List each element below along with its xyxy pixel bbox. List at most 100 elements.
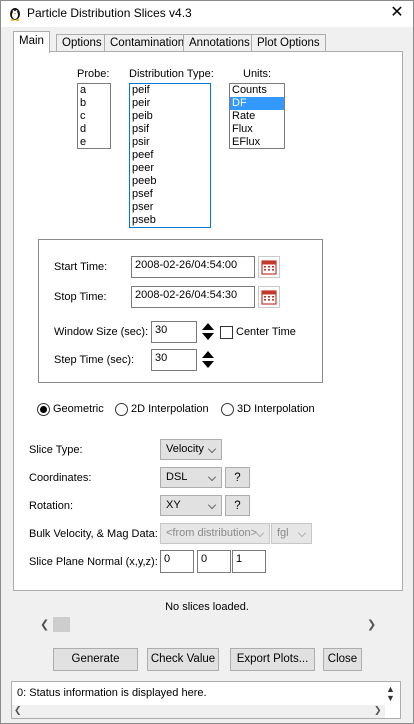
chevron-down-icon <box>256 529 264 537</box>
list-item-selected[interactable]: DF <box>230 97 284 110</box>
probe-list[interactable]: a b c d e <box>77 83 111 149</box>
chevron-right-icon[interactable]: ❯ <box>374 705 382 716</box>
slice-type-label: Slice Type: <box>29 444 83 456</box>
geometric-radio[interactable] <box>37 403 50 416</box>
step-time-field[interactable]: 30 <box>151 349 197 371</box>
list-item[interactable]: c <box>78 110 110 123</box>
window-size-spinner[interactable] <box>201 322 215 342</box>
list-item[interactable]: peef <box>130 149 210 162</box>
probe-label: Probe: <box>77 68 110 80</box>
spin-down-icon[interactable] <box>202 361 214 368</box>
stop-time-label: Stop Time: <box>54 291 107 303</box>
start-time-label: Start Time: <box>54 261 108 273</box>
list-item[interactable]: d <box>78 123 110 136</box>
coordinates-value: DSL <box>166 471 188 483</box>
app-window: Particle Distribution Slices v4.3 ✕ Main… <box>0 0 414 724</box>
stop-time-field[interactable]: 2008-02-26/04:54:30 <box>131 286 255 308</box>
chevron-left-icon[interactable]: ❮ <box>40 618 49 631</box>
calendar-icon[interactable] <box>258 256 280 278</box>
calendar-icon[interactable] <box>258 286 280 308</box>
coordinates-help-button[interactable]: ? <box>225 467 250 488</box>
normal-x-field[interactable]: 0 <box>160 550 194 573</box>
slider-thumb[interactable] <box>53 617 70 632</box>
list-item[interactable]: b <box>78 97 110 110</box>
rotation-value: XY <box>166 499 181 511</box>
status-text: 0: Status information is displayed here. <box>17 687 207 699</box>
list-item[interactable]: peib <box>130 110 210 123</box>
window-size-field[interactable]: 30 <box>151 321 197 343</box>
slice-type-value: Velocity <box>166 443 204 455</box>
tab-annotations[interactable]: Annotations <box>183 34 256 52</box>
chevron-right-icon[interactable]: ❯ <box>367 618 376 631</box>
spin-down-icon[interactable] <box>202 333 214 340</box>
chevron-down-icon <box>298 529 306 537</box>
penguin-icon <box>7 5 23 21</box>
list-item[interactable]: EFlux <box>230 136 284 149</box>
rotation-help-button[interactable]: ? <box>225 495 250 516</box>
status-hscrollbar[interactable]: ❮ ❯ <box>12 705 385 718</box>
spin-up-icon[interactable] <box>202 323 214 330</box>
slice-type-dropdown[interactable]: Velocity <box>160 439 222 460</box>
list-item[interactable]: psir <box>130 136 210 149</box>
spin-up-icon[interactable] <box>202 351 214 358</box>
list-item[interactable]: a <box>78 84 110 97</box>
start-time-field[interactable]: 2008-02-26/04:54:00 <box>131 256 255 278</box>
normal-y-field[interactable]: 0 <box>197 550 231 573</box>
3d-interpolation-radio[interactable] <box>221 403 234 416</box>
list-item[interactable]: peeb <box>130 175 210 188</box>
coordinates-label: Coordinates: <box>29 472 92 484</box>
tab-contamination[interactable]: Contamination <box>104 34 191 52</box>
chevron-down-icon <box>208 501 216 509</box>
window-title: Particle Distribution Slices v4.3 <box>27 6 192 20</box>
3d-interpolation-label: 3D Interpolation <box>237 403 315 415</box>
step-time-spinner[interactable] <box>201 350 215 370</box>
step-time-label: Step Time (sec): <box>54 354 135 366</box>
chevron-down-icon <box>208 445 216 453</box>
bulk-velocity-dropdown: <from distribution> <box>160 523 270 544</box>
tab-options[interactable]: Options <box>56 34 108 52</box>
window-size-label: Window Size (sec): <box>54 326 149 338</box>
slider-status-text: No slices loaded. <box>165 601 249 613</box>
tab-main[interactable]: Main <box>13 31 50 53</box>
bulk-velocity-value: <from distribution> <box>166 527 258 539</box>
center-time-label: Center Time <box>236 326 296 338</box>
rotation-label: Rotation: <box>29 500 74 512</box>
center-time-checkbox[interactable] <box>220 326 233 339</box>
list-item[interactable]: Counts <box>230 84 284 97</box>
list-item[interactable]: e <box>78 136 110 149</box>
chevron-down-icon <box>208 473 216 481</box>
units-list[interactable]: Counts DF Rate Flux EFlux <box>229 83 285 149</box>
rotation-dropdown[interactable]: XY <box>160 495 222 516</box>
list-item[interactable]: peir <box>130 97 210 110</box>
normal-z-field[interactable]: 1 <box>232 550 266 573</box>
list-item[interactable]: psif <box>130 123 210 136</box>
list-item[interactable]: Rate <box>230 110 284 123</box>
coordinates-dropdown[interactable]: DSL <box>160 467 222 488</box>
close-button[interactable]: Close <box>323 648 362 671</box>
mag-data-value: fgl <box>277 527 289 539</box>
list-item[interactable]: psef <box>130 188 210 201</box>
list-item[interactable]: pser <box>130 201 210 214</box>
title-bar: Particle Distribution Slices v4.3 ✕ <box>1 1 413 27</box>
list-item[interactable]: peif <box>130 84 210 97</box>
mag-data-dropdown: fgl <box>271 523 312 544</box>
slice-normal-label: Slice Plane Normal (x,y,z): <box>29 556 158 568</box>
2d-interpolation-radio[interactable] <box>115 403 128 416</box>
geometric-label: Geometric <box>53 403 104 415</box>
list-item[interactable]: pseb <box>130 214 210 227</box>
list-item[interactable]: peer <box>130 162 210 175</box>
distribution-type-label: Distribution Type: <box>129 68 214 80</box>
units-label: Units: <box>243 68 272 80</box>
distribution-type-list[interactable]: peif peir peib psif psir peef peer peeb … <box>129 83 211 228</box>
2d-interpolation-label: 2D Interpolation <box>131 403 209 415</box>
check-value-button[interactable]: Check Value <box>147 648 219 671</box>
chevron-left-icon[interactable]: ❮ <box>14 705 22 716</box>
tab-plot-options[interactable]: Plot Options <box>251 34 326 52</box>
slice-slider[interactable]: ❮ ❯ <box>37 616 379 633</box>
close-window-icon[interactable]: ✕ <box>381 1 413 27</box>
list-item[interactable]: Flux <box>230 123 284 136</box>
scroll-down-icon[interactable]: ▼ <box>386 693 395 703</box>
export-plots-button[interactable]: Export Plots... <box>230 648 315 671</box>
bulk-velocity-label: Bulk Velocity, & Mag Data: <box>29 528 158 540</box>
generate-button[interactable]: Generate <box>53 648 138 671</box>
